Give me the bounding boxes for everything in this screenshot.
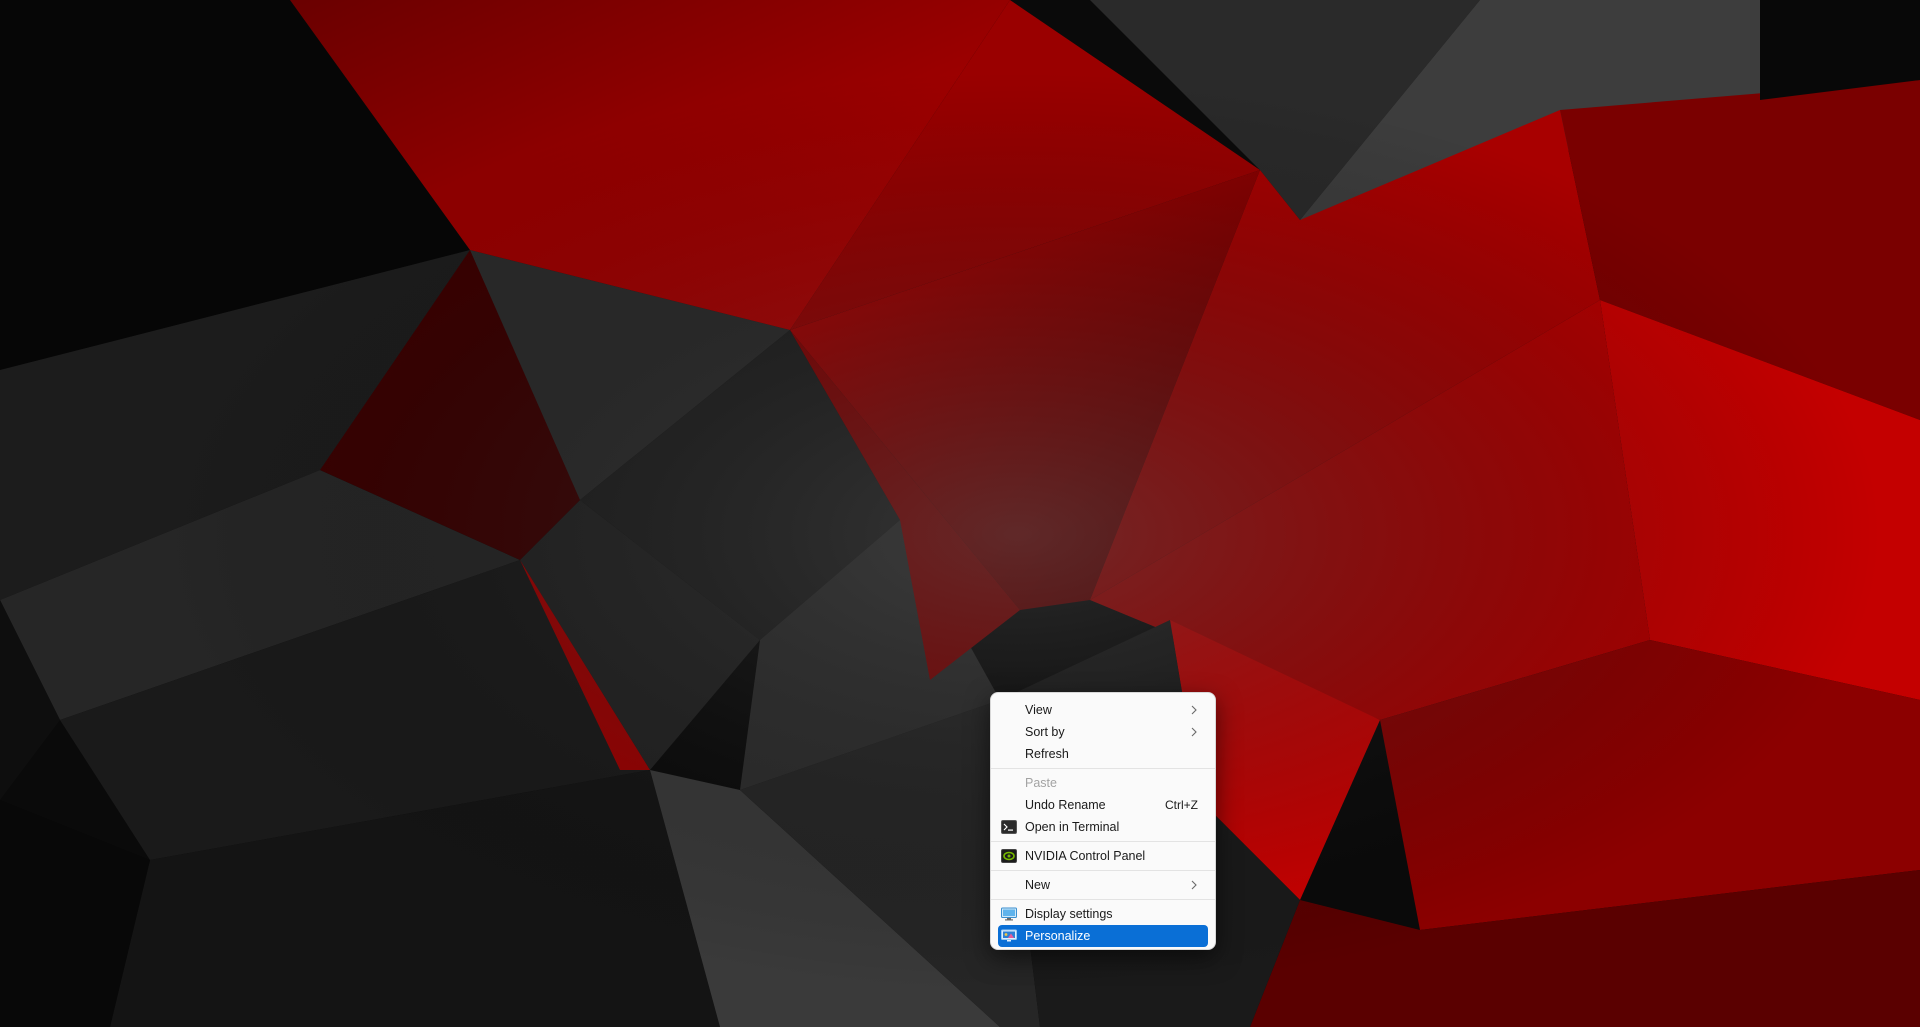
menu-item-label: NVIDIA Control Panel xyxy=(1025,849,1146,863)
menu-item-label: Refresh xyxy=(1025,747,1069,761)
menu-item-open-in-terminal[interactable]: Open in Terminal xyxy=(998,816,1208,838)
menu-item-view[interactable]: View xyxy=(998,699,1208,721)
menu-item-new[interactable]: New xyxy=(998,874,1208,896)
menu-item-label: Paste xyxy=(1025,776,1057,790)
menu-item-display-settings[interactable]: Display settings xyxy=(998,903,1208,925)
menu-separator xyxy=(991,768,1215,769)
menu-item-sort-by[interactable]: Sort by xyxy=(998,721,1208,743)
menu-item-label: View xyxy=(1025,703,1052,717)
nvidia-icon xyxy=(1001,849,1017,863)
menu-item-paste: Paste xyxy=(998,772,1208,794)
menu-item-label: New xyxy=(1025,878,1051,892)
menu-separator xyxy=(991,899,1215,900)
menu-item-shortcut: Ctrl+Z xyxy=(1165,798,1198,812)
menu-item-nvidia-control-panel[interactable]: NVIDIA Control Panel xyxy=(998,845,1208,867)
menu-item-label: Sort by xyxy=(1025,725,1065,739)
chevron-right-icon xyxy=(1191,705,1197,715)
menu-separator xyxy=(991,870,1215,871)
desktop-wallpaper xyxy=(0,0,1920,1027)
menu-item-label: Open in Terminal xyxy=(1025,820,1120,834)
menu-separator xyxy=(991,841,1215,842)
display-icon xyxy=(1001,907,1017,921)
menu-item-label: Undo Rename xyxy=(1025,798,1106,812)
menu-item-undo-rename[interactable]: Undo Rename Ctrl+Z xyxy=(998,794,1208,816)
personalize-icon xyxy=(1001,929,1017,942)
menu-item-personalize[interactable]: Personalize xyxy=(998,925,1208,947)
chevron-right-icon xyxy=(1191,880,1197,890)
menu-item-refresh[interactable]: Refresh xyxy=(998,743,1208,765)
menu-item-label: Display settings xyxy=(1025,907,1113,921)
terminal-icon xyxy=(1001,820,1017,834)
desktop-context-menu: View Sort by Refresh Paste Undo Rename C… xyxy=(990,692,1216,950)
menu-item-label: Personalize xyxy=(1025,929,1091,943)
desktop[interactable]: View Sort by Refresh Paste Undo Rename C… xyxy=(0,0,1920,1027)
chevron-right-icon xyxy=(1191,727,1197,737)
